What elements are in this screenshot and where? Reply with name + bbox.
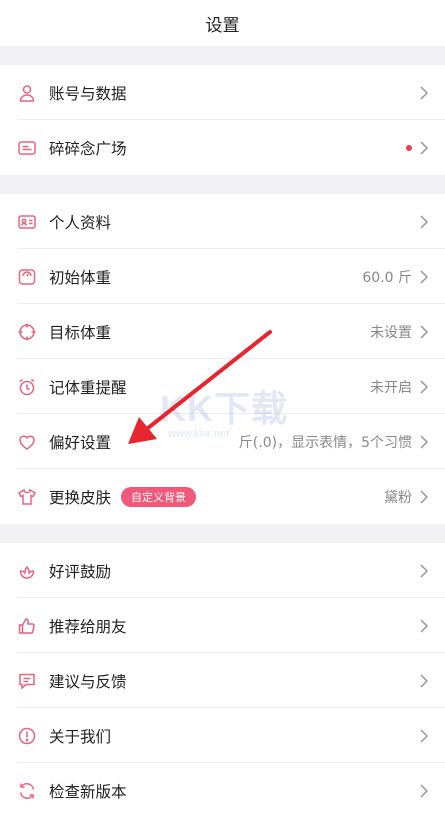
chevron-right-icon — [419, 269, 429, 285]
chat-bubble-icon — [17, 671, 37, 691]
scale-icon — [17, 267, 37, 287]
chevron-right-icon — [419, 85, 429, 101]
recommend-friends-row[interactable]: 推荐给朋友 — [0, 598, 445, 653]
heart-icon — [17, 432, 37, 452]
refresh-icon — [17, 781, 37, 801]
row-label: 目标体重 — [49, 323, 112, 342]
chevron-right-icon — [419, 489, 429, 505]
weight-reminder-row[interactable]: 记体重提醒 未开启 — [0, 359, 445, 414]
custom-background-badge: 自定义背景 — [121, 486, 197, 507]
section-gap — [0, 175, 445, 194]
row-value: 未开启 — [370, 379, 412, 396]
row-value: 斤(.0)，显示表情，5个习惯 — [238, 434, 412, 451]
row-label: 好评鼓励 — [49, 562, 112, 581]
chevron-right-icon — [419, 434, 429, 450]
account-section: 账号与数据 碎碎念广场 — [0, 65, 445, 175]
murmur-square-row[interactable]: 碎碎念广场 — [0, 120, 445, 175]
row-label: 记体重提醒 — [49, 378, 127, 397]
row-label: 碎碎念广场 — [49, 139, 127, 158]
preferences-row[interactable]: 偏好设置 斤(.0)，显示表情，5个习惯 — [0, 414, 445, 469]
row-value: 未设置 — [370, 324, 412, 341]
page-title: 设置 — [205, 15, 240, 36]
chevron-right-icon — [419, 673, 429, 689]
account-data-row[interactable]: 账号与数据 — [0, 65, 445, 120]
chevron-right-icon — [419, 214, 429, 230]
alarm-clock-icon — [17, 377, 37, 397]
row-label: 账号与数据 — [49, 84, 127, 103]
chevron-right-icon — [419, 618, 429, 634]
row-label: 初始体重 — [49, 268, 112, 287]
row-value: 60.0 斤 — [362, 269, 412, 286]
target-weight-row[interactable]: 目标体重 未设置 — [0, 304, 445, 359]
row-label: 偏好设置 — [49, 433, 112, 452]
check-update-row[interactable]: 检查新版本 — [0, 763, 445, 818]
personal-info-row[interactable]: 个人资料 — [0, 194, 445, 249]
chevron-right-icon — [419, 783, 429, 799]
row-label: 更换皮肤 — [49, 488, 112, 507]
chevron-right-icon — [419, 379, 429, 395]
chevron-right-icon — [419, 324, 429, 340]
info-circle-icon — [17, 726, 37, 746]
row-label: 关于我们 — [49, 727, 112, 746]
flower-icon — [17, 561, 37, 581]
about-us-row[interactable]: 关于我们 — [0, 708, 445, 763]
id-card-icon — [17, 212, 37, 232]
user-icon — [17, 83, 37, 103]
profile-section: 个人资料 初始体重 60.0 斤 目标体重 未设置 记体重提醒 未开启 偏好设置 — [0, 194, 445, 524]
row-label: 检查新版本 — [49, 782, 127, 801]
rate-us-row[interactable]: 好评鼓励 — [0, 543, 445, 598]
chevron-right-icon — [419, 728, 429, 744]
notification-dot — [406, 144, 412, 151]
initial-weight-row[interactable]: 初始体重 60.0 斤 — [0, 249, 445, 304]
target-icon — [17, 322, 37, 342]
tshirt-icon — [17, 487, 37, 507]
section-gap — [0, 46, 445, 65]
chevron-right-icon — [419, 563, 429, 579]
message-board-icon — [17, 138, 37, 158]
chevron-right-icon — [419, 140, 429, 156]
feedback-row[interactable]: 建议与反馈 — [0, 653, 445, 708]
about-section: 好评鼓励 推荐给朋友 建议与反馈 关于我们 检查新版本 — [0, 543, 445, 818]
row-label: 个人资料 — [49, 213, 112, 232]
section-gap — [0, 524, 445, 543]
change-skin-row[interactable]: 更换皮肤 自定义背景 黛粉 — [0, 469, 445, 524]
row-value: 黛粉 — [384, 489, 412, 506]
row-label: 建议与反馈 — [49, 672, 127, 691]
thumbs-up-icon — [17, 616, 37, 636]
row-label: 推荐给朋友 — [49, 617, 127, 636]
top-bar: 设置 — [0, 0, 445, 46]
